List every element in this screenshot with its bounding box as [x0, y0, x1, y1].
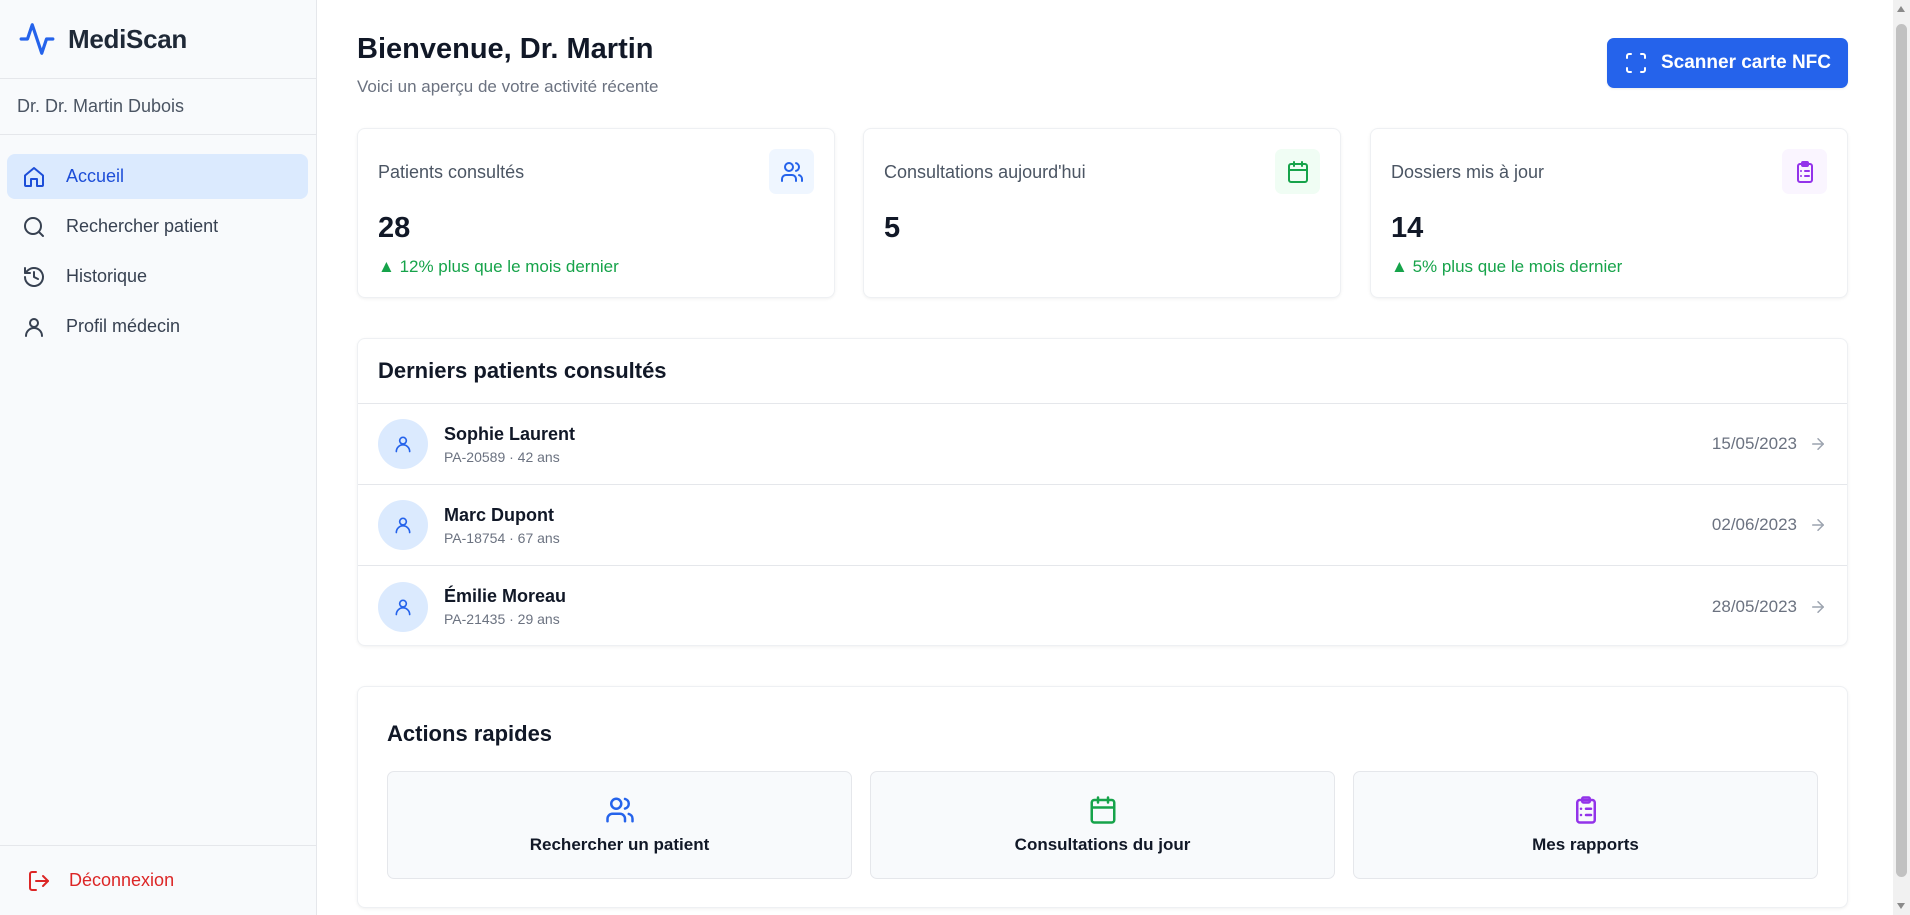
sidebar: MediScan Dr. Dr. Martin Dubois Accueil R… [0, 0, 317, 915]
stat-card-consultations: Consultations aujourd'hui 5 [863, 128, 1341, 298]
stat-card-dossiers: Dossiers mis à jour 14 ▲ 5% plus que le … [1370, 128, 1848, 298]
recent-patients-card: Derniers patients consultés Sophie Laure… [357, 338, 1848, 646]
stat-label: Consultations aujourd'hui [884, 162, 1086, 182]
scroll-up-arrow[interactable] [1897, 6, 1905, 12]
patient-info: Sophie Laurent PA-20589 · 42 ans [444, 424, 575, 465]
doctor-name: Dr. Dr. Martin Dubois [0, 79, 316, 135]
stat-trend: ▲ 5% plus que le mois dernier [1391, 257, 1623, 276]
quick-action-label: Consultations du jour [1014, 835, 1191, 854]
main-content: Bienvenue, Dr. Martin Voici un aperçu de… [357, 0, 1848, 915]
scrollbar-thumb[interactable] [1896, 24, 1907, 877]
quick-action-consultations[interactable]: Consultations du jour [870, 771, 1335, 879]
patient-date: 15/05/2023 [1711, 434, 1797, 453]
patient-row[interactable]: Sophie Laurent PA-20589 · 42 ans 15/05/2… [358, 404, 1847, 485]
stat-label: Dossiers mis à jour [1391, 162, 1545, 182]
stat-value: 28 [378, 212, 411, 244]
sidebar-item-label: Historique [66, 266, 148, 286]
scan-nfc-button[interactable]: Scanner carte NFC [1607, 38, 1848, 88]
scroll-down-arrow[interactable] [1897, 903, 1905, 909]
avatar [378, 419, 428, 469]
patient-row[interactable]: Émilie Moreau PA-21435 · 29 ans 28/05/20… [358, 566, 1847, 647]
avatar [378, 500, 428, 550]
users-icon [769, 149, 814, 194]
quick-actions-title: Actions rapides [387, 721, 553, 746]
scan-icon [1624, 51, 1648, 75]
vertical-scrollbar[interactable] [1893, 0, 1910, 915]
patient-meta: PA-21435 · 29 ans [444, 611, 560, 627]
patient-row[interactable]: Marc Dupont PA-18754 · 67 ans 02/06/2023 [358, 485, 1847, 566]
logout-icon [27, 869, 51, 893]
stat-trend-text: 12% plus que le mois dernier [399, 257, 619, 276]
arrow-right-icon [1809, 516, 1827, 534]
patient-info: Émilie Moreau PA-21435 · 29 ans [444, 586, 566, 627]
stats-section: Patients consultés 28 ▲ 12% plus que le … [357, 128, 1848, 298]
quick-action-label: Mes rapports [1532, 835, 1639, 854]
sidebar-item-label: Profil médecin [66, 316, 181, 336]
logout-button[interactable]: Déconnexion [0, 845, 316, 915]
home-icon [22, 165, 48, 189]
stat-value: 5 [884, 212, 901, 244]
stat-trend: ▲ 12% plus que le mois dernier [378, 257, 619, 276]
user-icon [22, 315, 48, 339]
patient-meta: PA-18754 · 67 ans [444, 529, 560, 546]
scan-nfc-label: Scanner carte NFC [1660, 52, 1831, 73]
sidebar-nav: Accueil Rechercher patient Historique Pr… [0, 135, 316, 349]
quick-action-reports[interactable]: Mes rapports [1353, 771, 1818, 879]
sidebar-item-profil-medecin[interactable]: Profil médecin [7, 304, 308, 349]
arrow-right-icon [1809, 598, 1827, 616]
patient-name: Sophie Laurent [444, 423, 576, 444]
history-icon [22, 265, 48, 289]
stat-value: 14 [1391, 212, 1424, 244]
sidebar-item-label: Rechercher patient [66, 216, 219, 236]
users-icon [605, 795, 635, 825]
stat-trend-text: 5% plus que le mois dernier [1412, 257, 1623, 276]
brand-name: MediScan [68, 23, 187, 54]
stat-label: Patients consultés [378, 162, 525, 182]
arrow-right-icon [1809, 435, 1827, 453]
patient-date: 28/05/2023 [1711, 596, 1797, 616]
page-title: Bienvenue, Dr. Martin [357, 33, 654, 65]
patient-date: 02/06/2023 [1711, 515, 1797, 534]
activity-icon [18, 20, 56, 58]
sidebar-item-label: Accueil [66, 166, 125, 186]
brand[interactable]: MediScan [0, 0, 316, 79]
sidebar-item-rechercher-patient[interactable]: Rechercher patient [7, 204, 308, 249]
patient-meta: PA-20589 · 42 ans [444, 448, 560, 465]
quick-actions-card: Actions rapides Rechercher un patient Co… [357, 686, 1848, 908]
search-icon [22, 215, 48, 239]
quick-action-search-patient[interactable]: Rechercher un patient [387, 771, 852, 879]
calendar-icon [1275, 149, 1320, 194]
logout-label: Déconnexion [69, 870, 175, 890]
calendar-icon [1088, 795, 1118, 825]
quick-action-label: Rechercher un patient [529, 835, 710, 854]
clipboard-icon [1571, 795, 1601, 825]
recent-patients-title: Derniers patients consultés [358, 339, 1847, 404]
patient-name: Marc Dupont [444, 504, 554, 525]
patient-info: Marc Dupont PA-18754 · 67 ans [444, 505, 560, 546]
clipboard-icon [1782, 149, 1827, 194]
sidebar-item-accueil[interactable]: Accueil [7, 154, 308, 199]
sidebar-item-historique[interactable]: Historique [7, 254, 308, 299]
stat-card-patients: Patients consultés 28 ▲ 12% plus que le … [357, 128, 835, 298]
avatar [378, 581, 428, 632]
page-subtitle: Voici un aperçu de votre activité récent… [357, 77, 659, 96]
patient-name: Émilie Moreau [444, 586, 567, 606]
